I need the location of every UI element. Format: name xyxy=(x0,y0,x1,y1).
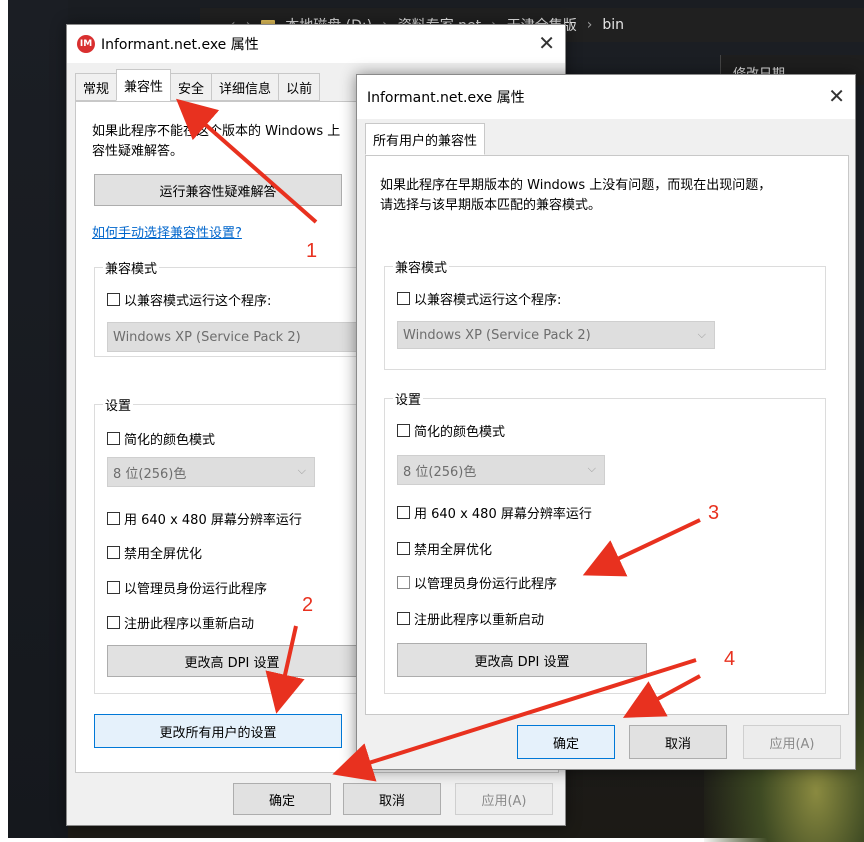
dialog-titlebar[interactable]: Informant.net.exe 属性 ✕ xyxy=(357,75,855,119)
change-dpi-button[interactable]: 更改高 DPI 设置 xyxy=(107,645,357,677)
run-as-admin-checkbox[interactable] xyxy=(107,581,120,594)
intro-text-line2: 容性疑难解答。 xyxy=(92,144,184,159)
compat-mode-checkbox-row[interactable]: 以兼容模式运行这个程序: xyxy=(397,289,561,308)
tab-compatibility[interactable]: 兼容性 xyxy=(116,69,172,101)
annotation-number-4: 4 xyxy=(724,648,736,670)
disable-fullscreen-checkbox[interactable] xyxy=(397,542,410,555)
compat-mode-label: 以兼容模式运行这个程序: xyxy=(124,294,272,309)
ok-button[interactable]: 确定 xyxy=(517,725,615,759)
apply-button[interactable]: 应用(A) xyxy=(743,725,841,759)
register-restart-checkbox[interactable] xyxy=(107,616,120,629)
tab-security[interactable]: 安全 xyxy=(170,73,213,101)
register-restart-row[interactable]: 注册此程序以重新启动 xyxy=(397,609,544,628)
dialog-title: Informant.net.exe 属性 xyxy=(367,90,525,106)
dialog-titlebar[interactable]: IM Informant.net.exe 属性 ✕ xyxy=(67,25,565,63)
cancel-button[interactable]: 取消 xyxy=(629,725,727,759)
annotation-number-2: 2 xyxy=(302,594,314,616)
app-icon: IM xyxy=(77,35,95,53)
register-restart-checkbox[interactable] xyxy=(397,612,410,625)
compat-mode-checkbox[interactable] xyxy=(397,292,410,305)
res-640-row[interactable]: 用 640 x 480 屏幕分辨率运行 xyxy=(397,503,592,522)
manual-settings-link[interactable]: 如何手动选择兼容性设置? xyxy=(92,222,242,241)
disable-fullscreen-label: 禁用全屏优化 xyxy=(124,547,203,562)
tab-previous-versions[interactable]: 以前 xyxy=(278,73,321,101)
compat-os-select[interactable]: Windows XP (Service Pack 2) ⌵ xyxy=(397,321,715,349)
disable-fullscreen-row[interactable]: 禁用全屏优化 xyxy=(107,543,202,562)
register-restart-label: 注册此程序以重新启动 xyxy=(414,613,545,628)
color-depth-select[interactable]: 8 位(256)色 ⌵ xyxy=(107,457,315,487)
reduced-color-label: 简化的颜色模式 xyxy=(124,433,216,448)
annotation-number-3: 3 xyxy=(708,502,720,524)
chevron-down-icon: ⌵ xyxy=(587,462,596,475)
reduced-color-row[interactable]: 简化的颜色模式 xyxy=(397,421,505,440)
settings-group-title: 设置 xyxy=(103,395,134,414)
all-users-panel: 如果此程序在早期版本的 Windows 上没有问题，而现在出现问题， 请选择与该… xyxy=(365,155,849,715)
reduced-color-checkbox[interactable] xyxy=(397,424,410,437)
desktop-left-strip xyxy=(8,0,68,838)
compat-os-value: Windows XP (Service Pack 2) xyxy=(113,329,301,345)
all-users-dialog: Informant.net.exe 属性 ✕ 所有用户的兼容性 如果此程序在早期… xyxy=(356,74,856,770)
settings-group-title: 设置 xyxy=(393,389,424,408)
annotation-number-1: 1 xyxy=(306,240,318,262)
chevron-down-icon: ⌵ xyxy=(697,328,706,341)
dialog-title: Informant.net.exe 属性 xyxy=(101,37,259,53)
compat-mode-label: 以兼容模式运行这个程序: xyxy=(414,293,562,308)
close-icon[interactable]: ✕ xyxy=(538,31,555,55)
res-640-checkbox[interactable] xyxy=(397,506,410,519)
apply-button[interactable]: 应用(A) xyxy=(455,783,553,815)
compat-os-value: Windows XP (Service Pack 2) xyxy=(403,327,591,343)
run-as-admin-row[interactable]: 以管理员身份运行此程序 xyxy=(107,578,267,597)
reduced-color-checkbox[interactable] xyxy=(107,432,120,445)
settings-group: 设置 简化的颜色模式 8 位(256)色 ⌵ 用 640 x 480 屏幕分辨率… xyxy=(384,389,826,694)
run-as-admin-checkbox[interactable] xyxy=(397,576,410,589)
breadcrumb-separator-icon: › xyxy=(586,17,593,33)
tab-strip: 所有用户的兼容性 xyxy=(365,123,486,155)
cancel-button[interactable]: 取消 xyxy=(343,783,441,815)
color-depth-select[interactable]: 8 位(256)色 ⌵ xyxy=(397,455,605,485)
register-restart-row[interactable]: 注册此程序以重新启动 xyxy=(107,613,254,632)
res-640-checkbox[interactable] xyxy=(107,512,120,525)
intro-text-line1: 如果此程序在早期版本的 Windows 上没有问题，而现在出现问题， xyxy=(380,178,772,193)
run-as-admin-row[interactable]: 以管理员身份运行此程序 xyxy=(397,573,557,592)
compat-mode-group-title: 兼容模式 xyxy=(103,258,160,277)
run-as-admin-label: 以管理员身份运行此程序 xyxy=(414,577,558,592)
compat-mode-checkbox-row[interactable]: 以兼容模式运行这个程序: xyxy=(107,290,271,309)
disable-fullscreen-checkbox[interactable] xyxy=(107,546,120,559)
disable-fullscreen-label: 禁用全屏优化 xyxy=(414,543,493,558)
ok-button[interactable]: 确定 xyxy=(233,783,331,815)
res-640-row[interactable]: 用 640 x 480 屏幕分辨率运行 xyxy=(107,509,302,528)
tab-general[interactable]: 常规 xyxy=(75,73,118,101)
compat-mode-checkbox[interactable] xyxy=(107,293,120,306)
intro-text-line1: 如果此程序不能在这个版本的 Windows 上 xyxy=(92,124,341,139)
color-depth-value: 8 位(256)色 xyxy=(113,466,187,482)
reduced-color-row[interactable]: 简化的颜色模式 xyxy=(107,429,215,448)
res-640-label: 用 640 x 480 屏幕分辨率运行 xyxy=(124,513,302,528)
tab-strip: 常规 兼容性 安全 详细信息 以前 xyxy=(75,69,321,101)
screen: ‹ › 本地磁盘 (D:) › 资料专家.net › 天津全集版 › bin 修… xyxy=(0,0,864,842)
breadcrumb-folder-3[interactable]: bin xyxy=(602,17,624,33)
compat-mode-group-title: 兼容模式 xyxy=(393,257,450,276)
disable-fullscreen-row[interactable]: 禁用全屏优化 xyxy=(397,539,492,558)
change-all-users-button[interactable]: 更改所有用户的设置 xyxy=(94,714,342,748)
color-depth-value: 8 位(256)色 xyxy=(403,464,477,480)
chevron-down-icon: ⌵ xyxy=(297,464,306,477)
intro-text-line2: 请选择与该早期版本匹配的兼容模式。 xyxy=(380,198,602,213)
run-as-admin-label: 以管理员身份运行此程序 xyxy=(124,582,268,597)
reduced-color-label: 简化的颜色模式 xyxy=(414,425,506,440)
change-dpi-button[interactable]: 更改高 DPI 设置 xyxy=(397,643,647,677)
run-troubleshooter-button[interactable]: 运行兼容性疑难解答 xyxy=(94,174,342,206)
tab-all-users-compat[interactable]: 所有用户的兼容性 xyxy=(365,123,486,155)
res-640-label: 用 640 x 480 屏幕分辨率运行 xyxy=(414,507,592,522)
register-restart-label: 注册此程序以重新启动 xyxy=(124,617,255,632)
tab-details[interactable]: 详细信息 xyxy=(211,73,280,101)
compat-mode-group: 兼容模式 以兼容模式运行这个程序: Windows XP (Service Pa… xyxy=(384,257,826,370)
close-icon[interactable]: ✕ xyxy=(828,84,845,108)
